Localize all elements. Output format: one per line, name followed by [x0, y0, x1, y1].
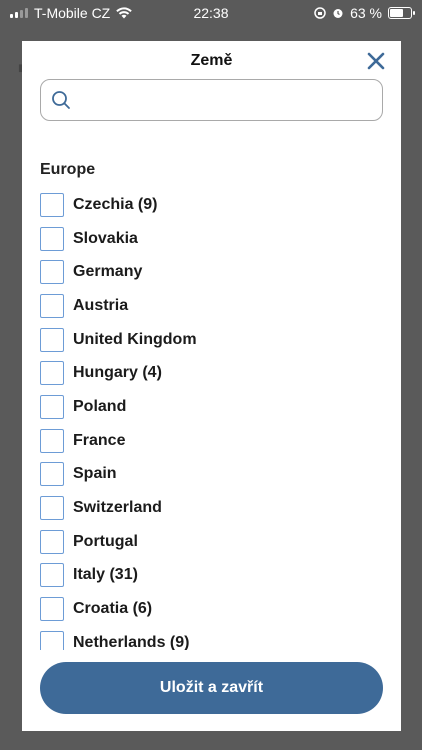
list-item[interactable]: Italy (31) — [40, 559, 383, 593]
list-item[interactable]: France — [40, 424, 383, 458]
item-label: Italy (31) — [73, 566, 138, 584]
checkbox[interactable] — [40, 630, 64, 650]
item-label: France — [73, 431, 126, 449]
search-icon — [52, 91, 70, 109]
item-label: Poland — [73, 397, 127, 415]
list-item[interactable]: United Kingdom — [40, 323, 383, 357]
section-label-europe: Europe — [40, 161, 96, 178]
checkbox[interactable] — [40, 394, 64, 419]
list-item[interactable]: Croatia (6) — [40, 592, 383, 626]
status-bar: T-Mobile CZ 22:38 63 % — [0, 0, 422, 26]
checkbox[interactable] — [40, 597, 64, 622]
list-item[interactable]: Switzerland — [40, 491, 383, 525]
list-item[interactable]: Germany — [40, 255, 383, 289]
list-item[interactable]: Spain — [40, 458, 383, 492]
list-item[interactable]: Netherlands (9) — [40, 626, 383, 650]
item-label: Portugal — [73, 532, 138, 550]
checkbox[interactable] — [40, 327, 64, 352]
item-label: Hungary (4) — [73, 364, 162, 382]
item-label: Austria — [73, 296, 129, 314]
list-item[interactable]: Slovakia — [40, 222, 383, 256]
checkbox[interactable] — [40, 226, 64, 251]
checkbox[interactable] — [40, 496, 64, 521]
item-label: Spain — [73, 465, 117, 483]
modal-header: Země — [22, 41, 401, 81]
checkbox[interactable] — [40, 192, 64, 217]
close-button[interactable] — [365, 50, 387, 72]
checkbox[interactable] — [40, 361, 64, 386]
checkbox[interactable] — [40, 428, 64, 453]
list-item[interactable]: Austria — [40, 289, 383, 323]
item-label: Germany — [73, 263, 143, 281]
clock: 22:38 — [193, 5, 229, 21]
item-label: Slovakia — [73, 229, 138, 247]
list-item[interactable]: Czechia (9) — [40, 188, 383, 222]
item-label: Croatia (6) — [73, 600, 153, 618]
search-field[interactable] — [40, 79, 383, 121]
country-list: Czechia (9) Slovakia Germany Austria Uni… — [40, 188, 383, 650]
battery-icon — [388, 7, 415, 19]
checkbox[interactable] — [40, 260, 64, 285]
item-label: Switzerland — [73, 499, 162, 517]
checkbox[interactable] — [40, 462, 64, 487]
item-label: Netherlands (9) — [73, 633, 190, 650]
checkbox[interactable] — [40, 529, 64, 554]
item-label: Czechia (9) — [73, 195, 158, 213]
list-item[interactable]: Poland — [40, 390, 383, 424]
search-input[interactable] — [77, 91, 367, 109]
close-icon — [367, 52, 385, 70]
country-modal: Země Europe Czechia (9) Slovakia Germany — [22, 41, 401, 731]
checkbox[interactable] — [40, 293, 64, 318]
modal-title: Země — [190, 52, 233, 69]
save-and-close-button[interactable]: Uložit a zavřít — [40, 662, 383, 714]
list-item[interactable]: Hungary (4) — [40, 356, 383, 390]
checkbox[interactable] — [40, 563, 64, 588]
item-label: United Kingdom — [73, 330, 197, 348]
list-item[interactable]: Portugal — [40, 525, 383, 559]
